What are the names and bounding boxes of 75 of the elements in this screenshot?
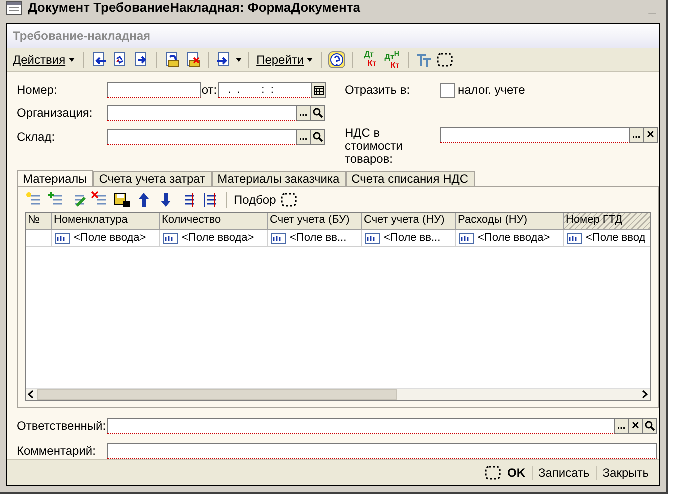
frame-icon[interactable] [484,464,502,482]
footer-button[interactable]: OK [502,466,532,480]
form-title: Требование-накладная [7,24,659,48]
column-header[interactable]: Расходы (НУ) [456,213,564,229]
date-field[interactable]: . . : : [218,82,312,98]
search-button[interactable] [643,418,657,434]
responsible-field[interactable] [107,418,615,434]
search-button[interactable] [311,129,325,145]
form-icon [6,0,22,14]
text-field-icon [163,232,178,244]
cell-text: <Поле вв... [384,232,441,244]
organization-field[interactable] [107,105,297,121]
reflect-label: Отразить в: [345,83,412,97]
text-field-icon [365,232,380,244]
select-button[interactable]: ... [297,129,311,145]
search-icon [312,108,322,118]
footer-button[interactable]: Закрыть [596,466,655,480]
warehouse-label: Склад: [17,130,56,144]
column-header[interactable]: Номер ГТД [564,213,650,229]
clear-button[interactable]: ✕ [629,418,643,434]
debit-credit-button[interactable]: Дт Кт [359,50,380,70]
column-header[interactable]: Количество [160,213,268,229]
cell-text: <Поле ввода> [478,232,550,244]
text-field-icon [55,232,70,244]
column-header[interactable]: Счет учета (БУ) [268,213,362,229]
responsible-label: Ответственный: [17,419,107,433]
clear-button[interactable]: ✕ [644,127,658,143]
cell-text: <Поле ввода> [74,232,146,244]
tab[interactable]: Материалы заказчика [212,171,346,186]
pick-button[interactable]: Подбор [234,193,276,207]
text-field-icon [567,232,582,244]
caret-icon [307,58,314,62]
cell-text: <Поле ввод [586,232,646,244]
search-icon [644,421,654,431]
cell-text: <Поле ввода> [182,232,254,244]
actions-menu[interactable]: Действия [11,52,77,66]
column-header[interactable]: Счет учета (НУ) [362,213,456,229]
number-field[interactable] [107,82,201,98]
select-button[interactable]: ... [630,127,644,143]
select-button[interactable]: ... [297,105,311,121]
vat-field[interactable] [440,127,630,143]
comment-field[interactable] [107,443,657,459]
text-field-icon [271,232,286,244]
save-ok-icon[interactable] [113,191,131,209]
search-icon [312,132,322,142]
calendar-button[interactable] [312,82,326,98]
caret-icon [236,58,242,62]
tab[interactable]: Счета учета затрат [93,171,212,186]
number-label: Номер: [17,83,58,97]
caret-icon [68,58,75,62]
help-icon[interactable] [328,50,346,68]
go-to-menu[interactable]: Перейти [254,52,316,66]
debit-credit-button[interactable]: Дт$^{Н}$ Кт [382,50,402,70]
window-title: Документ ТребованиеНакладная: ФормаДокумента [28,0,362,15]
calendar-icon [314,86,324,94]
select-button[interactable]: ... [615,418,629,434]
frame-icon[interactable] [436,50,454,68]
search-button[interactable] [311,105,325,121]
text-field-icon [459,232,474,244]
comment-label: Комментарий: [17,444,97,458]
warehouse-field[interactable] [107,129,297,145]
footer-button[interactable]: Записать [532,466,596,480]
column-header[interactable]: Номенклатура [52,213,160,229]
tab[interactable]: Материалы [17,170,94,186]
minimize-button[interactable]: _ [644,0,660,15]
frame-icon[interactable] [280,191,298,209]
tax-checkbox[interactable] [440,82,455,98]
horizontal-scrollbar[interactable] [26,388,650,400]
tab[interactable]: Счета списания НДС [346,171,475,186]
cell-text: <Поле вв... [290,232,347,244]
date-label: от: [201,83,218,97]
tax-checkbox-label: налог. учете [458,83,526,97]
vat-label: НДС в стоимости товаров: [345,127,404,166]
organization-label: Организация: [17,106,94,120]
column-header[interactable]: № [26,213,52,229]
